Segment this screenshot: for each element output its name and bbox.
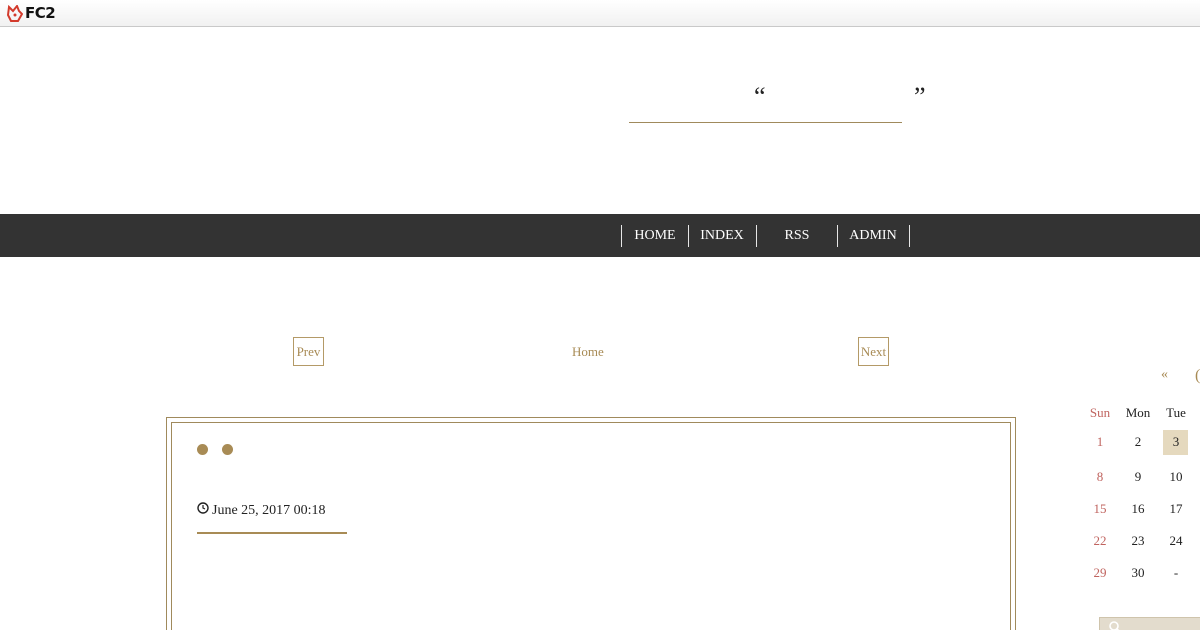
fc2-logo-text: FC2 — [25, 4, 56, 22]
calendar-month-label[interactable]: ( — [1195, 367, 1200, 385]
fc2-logo[interactable]: FC2 — [7, 4, 56, 22]
calendar-day[interactable]: 24 — [1158, 533, 1194, 549]
calendar-day-empty: - — [1173, 565, 1179, 580]
calendar-prev-month-link[interactable]: « — [1161, 367, 1168, 383]
nav-divider — [621, 225, 622, 247]
prev-button[interactable]: Prev — [293, 337, 324, 366]
calendar-day[interactable]: 2 — [1120, 434, 1156, 450]
title-open-quote: “ — [754, 82, 766, 111]
nav-admin-link[interactable]: ADMIN — [846, 225, 900, 247]
article-frame-inner — [171, 422, 1011, 630]
fc2-fox-icon — [7, 4, 23, 22]
title-close-quote: ” — [914, 82, 926, 111]
date-underline — [197, 532, 347, 534]
calendar-day[interactable]: 23 — [1120, 533, 1156, 549]
post-date: June 25, 2017 00:18 — [197, 502, 326, 519]
calendar-day[interactable]: 17 — [1158, 501, 1194, 517]
next-button[interactable]: Next — [858, 337, 889, 366]
calendar-day[interactable]: 1 — [1082, 434, 1118, 450]
calendar-day[interactable]: 9 — [1120, 469, 1156, 485]
calendar-day[interactable]: 16 — [1120, 501, 1156, 517]
nav-rss-link[interactable]: RSS — [770, 225, 824, 247]
calendar-day[interactable]: 22 — [1082, 533, 1118, 549]
calendar-day[interactable]: 15 — [1082, 501, 1118, 517]
calendar-day[interactable]: 10 — [1158, 469, 1194, 485]
fc2-header-bar: FC2 — [0, 0, 1200, 27]
search-icon[interactable] — [1108, 620, 1122, 630]
calendar-header-tue: Tue — [1166, 405, 1186, 420]
nav-divider — [688, 225, 689, 247]
article-dot-icon — [222, 444, 233, 455]
article-dot-icon — [197, 444, 208, 455]
nav-home-link[interactable]: HOME — [628, 225, 682, 247]
title-underline — [629, 122, 902, 123]
calendar-day[interactable]: 8 — [1082, 469, 1118, 485]
calendar-day-today[interactable]: 3 — [1158, 434, 1194, 450]
home-link[interactable]: Home — [572, 344, 604, 360]
post-date-text: June 25, 2017 00:18 — [212, 502, 326, 518]
nav-divider — [756, 225, 757, 247]
calendar-day[interactable]: 29 — [1082, 565, 1118, 581]
calendar-header-mon: Mon — [1125, 405, 1151, 420]
calendar-header-sun: Sun — [1089, 405, 1111, 420]
calendar-day[interactable]: 30 — [1120, 565, 1156, 581]
clock-icon — [197, 502, 209, 519]
nav-divider — [909, 225, 910, 247]
nav-divider — [837, 225, 838, 247]
main-nav: HOME INDEX RSS ADMIN — [0, 214, 1200, 257]
nav-index-link[interactable]: INDEX — [695, 225, 749, 247]
